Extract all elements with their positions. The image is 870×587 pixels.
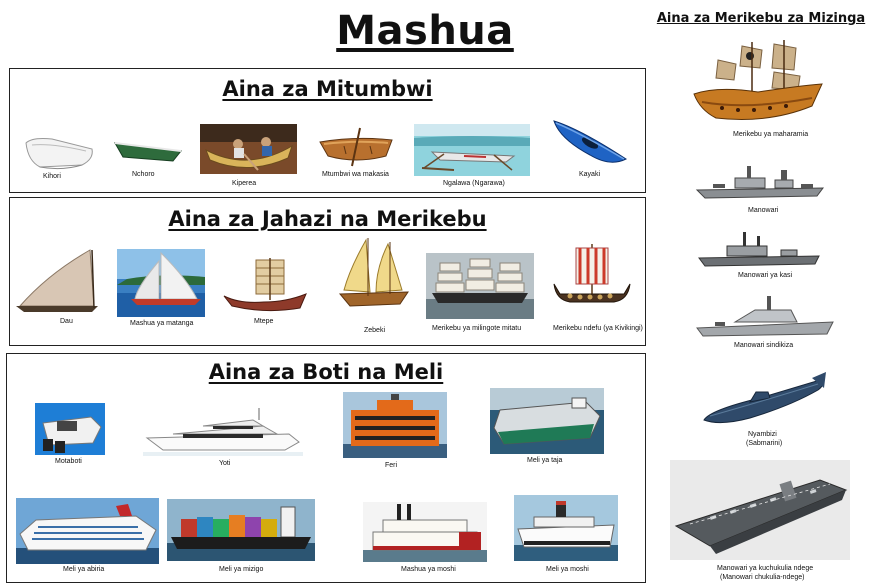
sailboat-image bbox=[117, 249, 205, 317]
mtepe-image bbox=[220, 256, 310, 316]
abiria-caption: Meli ya abiria bbox=[63, 566, 105, 573]
dau-caption: Dau bbox=[60, 318, 73, 325]
kayaki-image bbox=[550, 115, 630, 171]
boats-title: Aina za Boti na Meli bbox=[208, 360, 444, 384]
kiperea-image bbox=[200, 124, 297, 174]
steamboat-image bbox=[363, 502, 487, 562]
yoti-caption: Yoti bbox=[219, 460, 231, 467]
mizigo-caption: Meli ya mizigo bbox=[219, 566, 264, 573]
feri-image bbox=[343, 392, 447, 458]
steamship-image bbox=[514, 495, 618, 561]
ngalawa-caption: Ngalawa (Ngarawa) bbox=[443, 180, 505, 187]
viking-caption: Merikebu ndefu (ya Kivikingi) bbox=[553, 325, 643, 332]
taja-image bbox=[490, 388, 604, 454]
pirate-ship-image bbox=[688, 40, 826, 126]
motaboti-caption: Motaboti bbox=[55, 458, 82, 465]
manowari-caption: Manowari bbox=[748, 207, 779, 214]
nchoro-caption: Nchoro bbox=[132, 171, 155, 178]
kihori-caption: Kihori bbox=[43, 173, 61, 180]
rowboat-caption: Mtumbwi wa makasia bbox=[322, 171, 389, 178]
submarine-image bbox=[700, 370, 828, 430]
steamboat-caption: Mashua ya moshi bbox=[401, 566, 456, 573]
warships-title: Aina za Merikebu za Mizinga bbox=[656, 11, 866, 26]
zebeki-caption: Zebeki bbox=[364, 327, 386, 334]
submarine-caption: Nyambizi bbox=[748, 431, 777, 438]
fast-warship-image bbox=[697, 228, 823, 272]
nchoro-image bbox=[113, 137, 183, 167]
steamship-caption: Meli ya moshi bbox=[546, 566, 589, 573]
motaboti-image bbox=[35, 403, 105, 455]
yoti-image bbox=[143, 404, 303, 456]
fast-warship-caption: Manowari ya kasi bbox=[738, 272, 793, 279]
canoes-panel: Aina za Mitumbwi Kihori Nchoro Kiperea M… bbox=[9, 68, 646, 193]
zebeki-image bbox=[336, 238, 412, 318]
three-mast-caption: Merikebu ya milingote mitatu bbox=[432, 325, 522, 332]
escort-image bbox=[695, 294, 837, 342]
abiria-image bbox=[16, 498, 159, 564]
pirate-ship-caption: Merikebu ya maharamia bbox=[733, 131, 809, 138]
carrier-caption: Manowari ya kuchukulia ndege bbox=[717, 565, 814, 572]
viking-image bbox=[550, 240, 632, 318]
feri-caption: Feri bbox=[385, 462, 398, 469]
kayaki-caption: Kayaki bbox=[579, 171, 601, 178]
taja-caption: Meli ya taja bbox=[527, 457, 563, 464]
escort-caption: Manowari sindikiza bbox=[734, 342, 794, 349]
sailing-title: Aina za Jahazi na Merikebu bbox=[168, 207, 487, 231]
dau-image bbox=[14, 248, 100, 316]
ngalawa-image bbox=[414, 124, 530, 176]
carrier-subcaption: (Manowari chukulia-ndege) bbox=[720, 574, 805, 581]
sailboat-caption: Mashua ya matanga bbox=[130, 320, 194, 327]
submarine-subcaption: (Sabmarini) bbox=[746, 440, 783, 447]
kiperea-caption: Kiperea bbox=[232, 180, 257, 187]
canoes-title: Aina za Mitumbwi bbox=[222, 77, 433, 101]
manowari-image bbox=[695, 160, 827, 202]
sailing-panel: Aina za Jahazi na Merikebu Dau Mashua ya… bbox=[9, 197, 646, 346]
rowboat-image bbox=[316, 124, 396, 170]
kihori-image bbox=[22, 131, 97, 173]
mtepe-caption: Mtepe bbox=[254, 318, 274, 325]
three-mast-image bbox=[426, 253, 534, 319]
mizigo-image bbox=[167, 499, 315, 561]
boats-panel: Aina za Boti na Meli Motaboti Yoti Feri … bbox=[6, 353, 646, 583]
carrier-image bbox=[670, 460, 850, 560]
